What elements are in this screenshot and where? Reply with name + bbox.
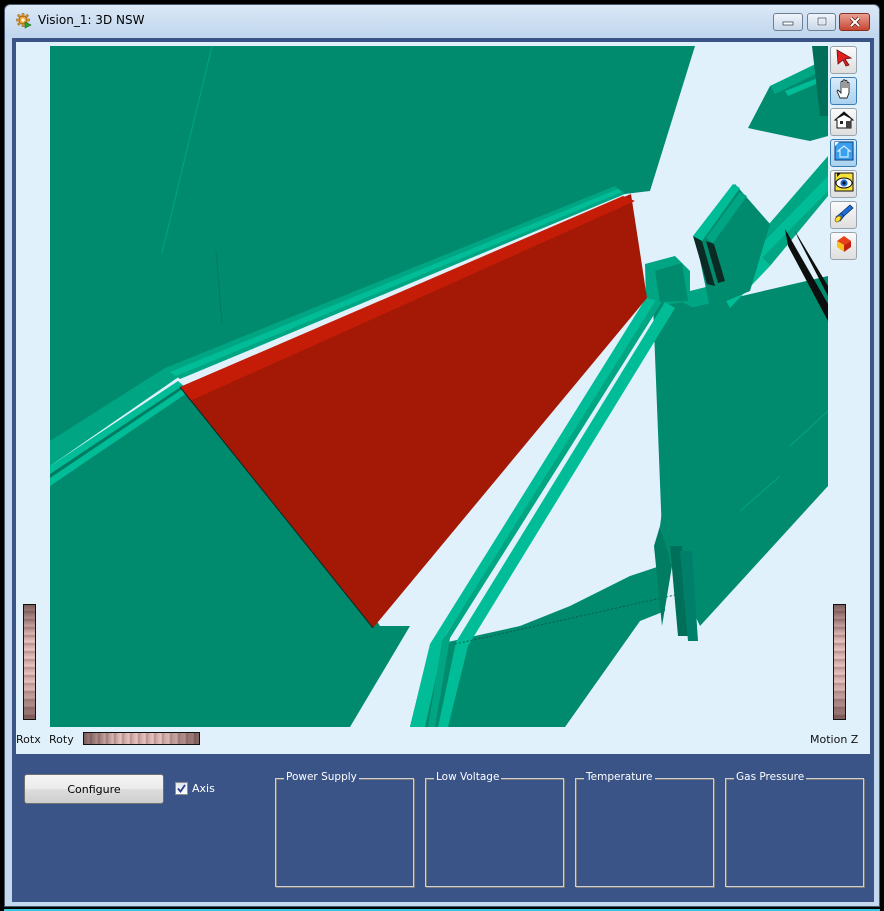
rotx-label: Rotx: [16, 733, 41, 746]
rotx-thumbwheel[interactable]: [23, 604, 36, 720]
window-title: Vision_1: 3D NSW: [38, 13, 145, 27]
group-title: Low Voltage: [434, 771, 502, 783]
gear-icon: [16, 13, 32, 29]
view-tool-button[interactable]: [830, 77, 857, 105]
maximize-button[interactable]: [807, 13, 836, 31]
roty-thumbwheel[interactable]: [83, 732, 200, 745]
set-home-icon: [833, 140, 855, 166]
temperature-group: Temperature: [575, 771, 714, 887]
viewer-frame: Rotx Roty Motion Z: [16, 42, 870, 754]
low-voltage-group: Low Voltage: [425, 771, 564, 887]
home-tool-button[interactable]: [830, 108, 857, 136]
projection-tool-button[interactable]: [830, 232, 857, 260]
maximize-icon: [808, 14, 835, 30]
3d-scene[interactable]: [50, 46, 828, 727]
axis-checkbox[interactable]: [175, 782, 188, 795]
set-home-tool-button[interactable]: [830, 139, 857, 167]
group-title: Gas Pressure: [734, 771, 807, 783]
close-button[interactable]: [839, 13, 870, 31]
eye-icon: [833, 171, 855, 197]
hand-icon: [834, 78, 854, 104]
home-icon: [833, 110, 855, 134]
close-icon: [840, 14, 869, 30]
axis-checkbox-label[interactable]: Axis: [192, 782, 215, 795]
minimize-icon: [774, 14, 802, 30]
group-title: Temperature: [584, 771, 655, 783]
configure-button[interactable]: Configure: [24, 774, 164, 804]
gas-pressure-group: Gas Pressure: [725, 771, 864, 887]
view-all-tool-button[interactable]: [830, 170, 857, 198]
motionz-thumbwheel[interactable]: [833, 604, 846, 720]
power-supply-group: Power Supply: [275, 771, 414, 887]
flashlight-icon: [833, 202, 855, 228]
3d-viewport[interactable]: [50, 46, 828, 727]
client-area: Rotx Roty Motion Z Configure Axis Power …: [12, 38, 874, 902]
app-window: Vision_1: 3D NSW Rotx Roty Motion Z Conf…: [4, 4, 880, 907]
minimize-button[interactable]: [773, 13, 803, 31]
cube-icon: [834, 234, 854, 258]
roty-label: Roty: [49, 733, 74, 746]
motionz-label: Motion Z: [810, 733, 859, 746]
select-tool-button[interactable]: [830, 46, 857, 74]
group-title: Power Supply: [284, 771, 359, 783]
checkmark-icon: [176, 779, 187, 798]
title-bar[interactable]: Vision_1: 3D NSW: [5, 5, 879, 37]
seek-tool-button[interactable]: [830, 201, 857, 229]
arrow-pointer-icon: [834, 48, 854, 72]
